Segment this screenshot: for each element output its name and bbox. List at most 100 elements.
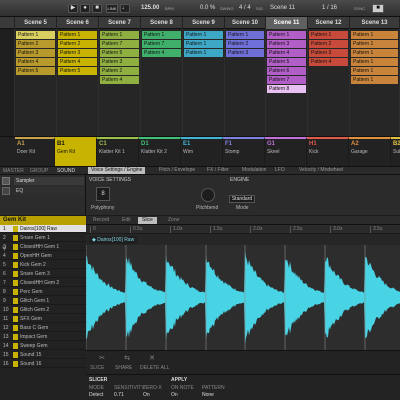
pattern-cell[interactable]: Pattern 1	[226, 31, 264, 39]
polyphony-field[interactable]: 8	[96, 187, 110, 201]
scene-12[interactable]: Scene 12	[308, 17, 350, 29]
waveform-display[interactable]	[85, 245, 400, 350]
signature-value[interactable]: 4 / 4	[239, 4, 251, 13]
pattern-cell[interactable]: Pattern 3	[16, 49, 55, 57]
slicer-param-value[interactable]: None	[202, 392, 214, 398]
pattern-cell[interactable]: Pattern 7	[142, 40, 181, 48]
grid-value[interactable]: 1 / 16	[322, 4, 337, 13]
tool-icon[interactable]: ✂	[94, 354, 110, 362]
group-slot[interactable]: B1 Gem Kit	[55, 137, 97, 167]
current-scene[interactable]: Scene 11	[270, 4, 295, 13]
group-slot[interactable]: C1 Klatter Kit 1	[97, 137, 139, 167]
pattern-cell[interactable]: Pattern 8	[267, 85, 306, 93]
sound-slot[interactable]: 8 Perc Gem	[0, 288, 86, 296]
scene-9[interactable]: Scene 9	[183, 17, 225, 29]
pattern-cell[interactable]: Pattern 2	[16, 40, 55, 48]
slicer-param-value[interactable]: 0.71	[114, 392, 124, 398]
editor-tab-edit[interactable]: Edit	[118, 217, 135, 224]
sound-slot[interactable]: 9 Glitch Gem 1	[0, 297, 86, 305]
pattern-cell[interactable]: Pattern 2	[58, 40, 97, 48]
pattern-cell[interactable]: Pattern 5	[58, 67, 97, 75]
pattern-cell[interactable]: Pattern 3	[58, 49, 97, 57]
slicer-param-value[interactable]: On	[171, 392, 178, 398]
pattern-cell[interactable]: Pattern 3	[267, 40, 306, 48]
plugin-slot-sampler[interactable]: Sampler	[14, 177, 84, 185]
split-icon[interactable]: ⑂	[2, 244, 12, 254]
pattern-cell[interactable]: Pattern 1	[16, 31, 55, 39]
pattern-cell[interactable]: Pattern 7	[267, 76, 306, 84]
pattern-cell[interactable]: Pattern 2	[226, 40, 264, 48]
pattern-cell[interactable]: Pattern 1	[184, 31, 223, 39]
swing-value[interactable]: 0.0 %	[200, 4, 215, 13]
param-tab[interactable]: Voice Settings / Engine	[88, 167, 146, 174]
sound-slot[interactable]: 6 Snare Gem 3	[0, 270, 86, 278]
mode-select[interactable]: Standard	[229, 195, 255, 203]
pattern-cell[interactable]: Pattern 4	[267, 49, 306, 57]
group-slot[interactable]: B2 Sub	[391, 137, 400, 167]
pattern-cell[interactable]: Pattern 1	[184, 40, 223, 48]
sound-slot[interactable]: 1 Dairos[100] Raw	[0, 225, 86, 233]
pattern-cell[interactable]: Pattern 1	[267, 31, 306, 39]
scene-6[interactable]: Scene 6	[57, 17, 99, 29]
sound-slot[interactable]: 13 Impact Gem	[0, 333, 86, 341]
param-tab[interactable]: LFO	[272, 167, 288, 174]
waveform-svg[interactable]	[85, 245, 400, 350]
pattern-cell[interactable]: Pattern 1	[351, 76, 398, 84]
group-slot[interactable]: A2 Garage	[349, 137, 391, 167]
pattern-cell[interactable]: Pattern 1	[351, 40, 398, 48]
pattern-cell[interactable]: Pattern 7	[100, 40, 139, 48]
sound-slot[interactable]: 12 Bass C Gem	[0, 324, 86, 332]
scene-5[interactable]: Scene 5	[15, 17, 57, 29]
pattern-cell[interactable]: Pattern 3	[100, 58, 139, 66]
pattern-cell[interactable]: Pattern 5	[100, 49, 139, 57]
pattern-cell[interactable]: Pattern 1	[351, 31, 398, 39]
pattern-cell[interactable]: Pattern 1	[351, 58, 398, 66]
sound-list-header[interactable]: Gem Kit	[0, 216, 86, 225]
group-slot[interactable]: D1 Klatter Kit 2	[139, 137, 181, 167]
param-tab[interactable]: Pitch / Envelope	[156, 167, 198, 174]
tab-group[interactable]: GROUP	[30, 168, 48, 175]
record-button[interactable]: ●	[80, 4, 90, 13]
pattern-cell[interactable]: Pattern 2	[100, 67, 139, 75]
group-slot[interactable]: H1 Kick	[307, 137, 349, 167]
pattern-cell[interactable]: Pattern 1	[351, 49, 398, 57]
group-slot[interactable]: E1 Wim	[181, 137, 223, 167]
pattern-cell[interactable]: Pattern 1	[184, 49, 223, 57]
pattern-cell[interactable]: Pattern 5	[16, 67, 55, 75]
pattern-cell[interactable]: Pattern 3	[309, 49, 348, 57]
tool-icon[interactable]: ⇆	[119, 354, 135, 362]
sound-slot[interactable]: 7 ClosedHH Gem 2	[0, 279, 86, 287]
pattern-cell[interactable]: Pattern 3	[226, 49, 264, 57]
pattern-cell[interactable]: Pattern 6	[267, 67, 306, 75]
restart-button[interactable]: ■	[92, 4, 102, 13]
editor-tab-record[interactable]: Record	[89, 217, 113, 224]
sound-slot[interactable]: 5 Kick Gem 2	[0, 261, 86, 269]
param-tab[interactable]: FX / Filter	[204, 167, 232, 174]
plugin-slot-eq[interactable]: EQ	[14, 187, 84, 195]
sound-slot[interactable]: 4 OpenHH Gem	[0, 252, 86, 260]
tool-icon[interactable]: ✕	[144, 354, 160, 362]
editor-tab-zone[interactable]: Zone	[164, 217, 183, 224]
pattern-cell[interactable]: Pattern 1	[100, 31, 139, 39]
scene-7[interactable]: Scene 7	[99, 17, 141, 29]
pattern-cell[interactable]: Pattern 4	[309, 58, 348, 66]
sound-slot[interactable]: 15 Sound 15	[0, 351, 86, 359]
group-slot[interactable]: F1 Stomp	[223, 137, 265, 167]
link-button[interactable]: LINK	[106, 4, 118, 13]
pattern-cell[interactable]: Pattern 4	[58, 58, 97, 66]
pattern-cell[interactable]: Pattern 4	[142, 49, 181, 57]
pattern-cell[interactable]: Pattern 1	[142, 31, 181, 39]
param-tab[interactable]: Velocity / Modwheel	[296, 167, 346, 174]
scene-13[interactable]: Scene 13	[350, 17, 400, 29]
param-tab[interactable]: Modulation	[239, 167, 269, 174]
tab-sound[interactable]: SOUND	[57, 168, 75, 175]
sound-slot[interactable]: 11 SFX Gem	[0, 315, 86, 323]
sound-slot[interactable]: 14 Sweep Gem	[0, 342, 86, 350]
sound-slot[interactable]: 3 ClosedHH Gem 1	[0, 243, 86, 251]
metronome-icon[interactable]: ♩	[120, 4, 130, 13]
pattern-cell[interactable]: Pattern 2	[309, 40, 348, 48]
slicer-param-value[interactable]: Detect	[89, 392, 103, 398]
pattern-cell[interactable]: Pattern 4	[100, 76, 139, 84]
pattern-cell[interactable]: Pattern 1	[58, 31, 97, 39]
scene-11[interactable]: Scene 11	[266, 17, 308, 29]
